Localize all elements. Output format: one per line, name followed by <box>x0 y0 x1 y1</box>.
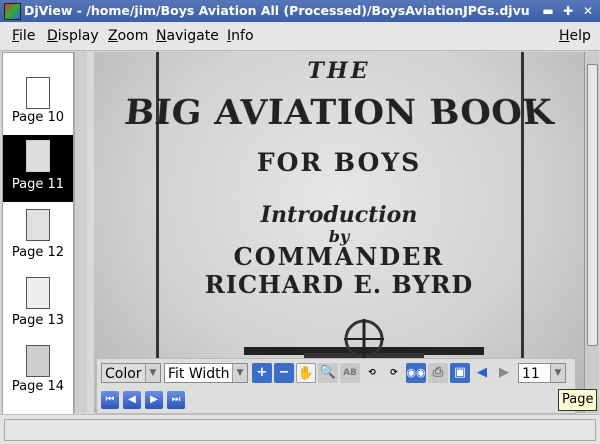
thumbnail-label: Page 10 <box>11 110 65 125</box>
zoom-mode-select[interactable]: Fit Width ▼ <box>164 363 248 383</box>
thumbnail-page-10[interactable]: Page 10 <box>3 65 73 132</box>
chevron-down-icon: ▼ <box>550 364 565 382</box>
thumbnail-page-14[interactable]: Page 14 <box>3 341 73 408</box>
forward-arrow-icon[interactable]: ▶ <box>494 363 514 383</box>
window-title: DjView - /home/jim/Boys Aviation All (Pr… <box>24 3 529 18</box>
rotate-right-icon[interactable]: ⟳ <box>384 363 404 383</box>
print-icon[interactable]: ⎙ <box>428 363 448 383</box>
text-select-icon[interactable]: AB <box>340 363 360 383</box>
thumbnail-page-12[interactable]: Page 12 <box>3 205 73 272</box>
menu-help[interactable]: Help <box>559 28 591 44</box>
title-bar: DjView - /home/jim/Boys Aviation All (Pr… <box>0 0 600 22</box>
thumbnail-panel: Page 10 Page 11 Page 12 Page 13 Page 14 <box>2 52 74 415</box>
page-thumbnail-image <box>26 140 50 172</box>
thumbnail-page-13[interactable]: Page 13 <box>3 273 73 340</box>
book-author-name: RICHARD E. BYRD <box>204 270 474 299</box>
menu-info[interactable]: Info <box>227 28 254 44</box>
document-scrollbar[interactable] <box>584 52 599 413</box>
hand-tool-icon[interactable]: ✋ <box>296 363 316 383</box>
scrollbar-thumb[interactable] <box>587 64 598 346</box>
back-arrow-icon[interactable]: ◀ <box>472 363 492 383</box>
tooltip: Page <box>558 389 598 411</box>
color-mode-value: Color <box>105 366 142 382</box>
thumbnail-label: Page 11 <box>11 177 65 192</box>
page-thumbnail-image <box>26 209 50 241</box>
page-thumbnail-image <box>26 345 50 377</box>
maximize-icon[interactable]: ✚ <box>560 3 576 19</box>
status-field <box>4 419 596 441</box>
book-title: BIG AVIATION BOOK <box>122 92 556 133</box>
previous-page-icon[interactable]: ◀ <box>123 391 141 409</box>
page-number-value: 11 <box>522 366 540 382</box>
status-bar <box>0 414 600 444</box>
chevron-down-icon: ▼ <box>145 364 160 382</box>
book-subtitle: FOR BOYS <box>256 148 422 177</box>
zoom-in-icon[interactable]: + <box>252 363 272 383</box>
zoom-out-icon[interactable]: − <box>274 363 294 383</box>
thumbnail-label: Page 12 <box>11 245 65 260</box>
thumbnail-page-11[interactable]: Page 11 <box>3 135 73 202</box>
app-icon <box>4 3 21 20</box>
thumbnail-label: Page 13 <box>11 313 65 328</box>
chevron-down-icon: ▼ <box>232 364 247 382</box>
save-icon[interactable]: ▣ <box>450 363 470 383</box>
thumbnail-label: Page 14 <box>11 379 65 394</box>
first-page-icon[interactable]: ⏮ <box>101 391 119 409</box>
menu-bar: File Display Zoom Navigate Info Help <box>0 22 600 51</box>
menu-display[interactable]: Display <box>47 28 99 44</box>
next-page-icon[interactable]: ▶ <box>145 391 163 409</box>
page-thumbnail-image <box>26 77 50 109</box>
book-author-rank: COMMANDER <box>233 242 445 271</box>
book-text-the: THE <box>307 58 371 84</box>
menu-file[interactable]: File <box>12 28 35 44</box>
last-page-icon[interactable]: ⏭ <box>167 391 185 409</box>
book-introduction: Introduction <box>260 202 418 228</box>
menu-zoom[interactable]: Zoom <box>108 28 148 44</box>
panel-splitter[interactable] <box>87 52 94 413</box>
zoom-mode-value: Fit Width <box>168 366 230 382</box>
zoom-select-icon[interactable]: 🔍 <box>318 363 338 383</box>
close-icon[interactable]: ✕ <box>580 3 596 19</box>
page-thumbnail-image <box>26 277 50 309</box>
minimize-icon[interactable]: ▬ <box>540 3 556 19</box>
color-mode-select[interactable]: Color ▼ <box>101 363 161 383</box>
toolbar: Color ▼ Fit Width ▼ + − ✋ 🔍 AB ⟲ ⟳ ◉◉ ⎙ … <box>96 358 576 414</box>
rotate-left-icon[interactable]: ⟲ <box>362 363 382 383</box>
find-binoculars-icon[interactable]: ◉◉ <box>406 363 426 383</box>
menu-navigate[interactable]: Navigate <box>156 28 219 44</box>
page-number-select[interactable]: 11 ▼ <box>518 363 566 383</box>
thumbnail-scrollbar[interactable] <box>74 52 87 413</box>
